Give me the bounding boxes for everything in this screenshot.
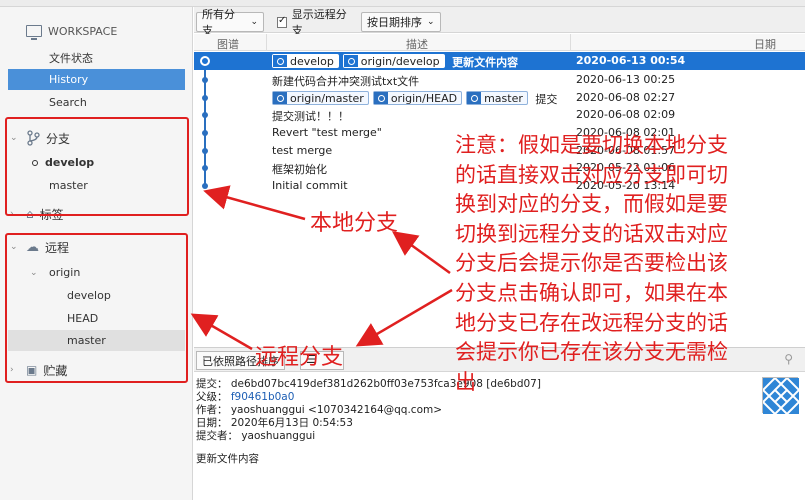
chevron-down-icon: ⌄: [250, 17, 258, 27]
detail-label: 提交者：: [196, 430, 238, 442]
commit-date: 2020-06-08 02:27: [576, 91, 676, 104]
show-remote-branches-toggle[interactable]: 显示远程分支: [272, 8, 354, 37]
commit-message: 新建代码合并冲突测试txt文件: [272, 75, 420, 88]
arrow-from-note-to-remote: [355, 288, 453, 347]
annotation-note: 注意：假如是要切换本地分支的话直接双击对应分支即可切换到对应的分支，而假如是要切…: [455, 133, 728, 394]
sidebar-item-search[interactable]: Search: [8, 92, 185, 113]
branch-tag-icon: [273, 92, 287, 104]
commit-node-icon: [202, 112, 208, 118]
annotation-remote-branch: 远程分支: [255, 345, 344, 370]
checkbox-icon[interactable]: [277, 15, 287, 28]
sidebar-item-history[interactable]: History: [8, 69, 185, 90]
commit-node-icon: [202, 95, 208, 101]
commit-date: 2020-06-13 00:54: [576, 54, 686, 67]
branch-filter-select[interactable]: 所有分支 ⌄: [196, 8, 264, 37]
monitor-icon: [26, 25, 42, 40]
detail-commit-message: 更新文件内容: [196, 453, 259, 465]
sidebar-item-file-status[interactable]: 文件状态: [8, 47, 185, 68]
sidebar-item-label: History: [49, 73, 89, 86]
commit-node-icon: [202, 77, 208, 83]
commit-message: Initial commit: [272, 179, 348, 192]
sort-order-select[interactable]: 按日期排序 ⌄: [361, 12, 441, 32]
commit-message: 提交: [535, 93, 558, 106]
tag-label: master: [484, 91, 523, 105]
column-graph[interactable]: 图谱: [217, 36, 239, 52]
arrow-from-note-to-local: [391, 231, 451, 275]
commit-message: test merge: [272, 144, 333, 157]
column-divider[interactable]: [570, 34, 571, 51]
branch-tag[interactable]: origin/develop: [342, 54, 445, 68]
column-divider[interactable]: [266, 34, 267, 51]
column-description[interactable]: 描述: [406, 36, 428, 52]
branch-tag-icon: [467, 92, 482, 104]
sourcetree-window: WORKSPACE 文件状态 History Search ⌄ 分支 devel…: [0, 0, 805, 500]
commit-row[interactable]: develop origin/develop 更新文件内容 2020-06-13 …: [194, 52, 805, 70]
commit-message: 更新文件内容: [452, 56, 519, 69]
history-toolbar: 所有分支 ⌄ 显示远程分支 按日期排序 ⌄: [194, 7, 805, 37]
commit-node-icon: [202, 183, 208, 189]
tag-label: origin/master: [290, 91, 364, 105]
sidebar-item-label: Search: [49, 96, 87, 109]
commit-column-header: 图谱 描述 日期: [194, 34, 805, 51]
commit-message: Revert "test merge": [272, 126, 382, 139]
tag-label: origin/HEAD: [390, 91, 458, 105]
branch-tag-icon: [273, 55, 287, 67]
commit-row[interactable]: 提交测试！！！ 2020-06-08 02:09: [194, 106, 805, 124]
arrow-to-local-branches: [203, 185, 306, 221]
sort-order-value: 按日期排序: [367, 16, 422, 29]
tag-label: develop: [290, 54, 334, 68]
branch-tag[interactable]: origin/HEAD: [372, 91, 463, 105]
branch-tag[interactable]: develop: [272, 54, 339, 68]
sidebar-item-label: 文件状态: [49, 51, 93, 65]
tag-label: origin/develop: [360, 54, 440, 68]
committer-value: yaoshuanggui: [241, 430, 316, 442]
workspace-header: WORKSPACE: [26, 22, 117, 40]
commit-message: 框架初始化: [272, 163, 327, 176]
column-date[interactable]: 日期: [754, 36, 776, 52]
chevron-down-icon: ⌄: [427, 17, 435, 27]
branch-tag-icon: [373, 92, 388, 104]
commit-node-icon: [202, 165, 208, 171]
commit-node-icon: [202, 130, 208, 136]
commit-message: 提交测试！！！: [272, 110, 349, 123]
branch-tag[interactable]: origin/master: [272, 91, 369, 105]
workspace-label: WORKSPACE: [48, 24, 118, 38]
annotation-local-branch: 本地分支: [310, 211, 399, 236]
search-icon[interactable]: ⚲: [784, 352, 793, 366]
commit-node-icon: [202, 148, 208, 154]
commit-date: 2020-06-08 02:09: [576, 108, 676, 121]
highlight-local-branches: [5, 117, 189, 216]
arrow-to-remote-branches: [190, 313, 253, 351]
branch-tag-icon: [343, 55, 358, 67]
commit-date: 2020-06-13 00:25: [576, 73, 676, 86]
commit-node-icon: [200, 56, 210, 66]
detail-committer-line: 提交者： yaoshuanggui: [196, 428, 315, 443]
avatar: [761, 376, 801, 416]
top-menu-strip: [0, 0, 805, 7]
commit-row[interactable]: 新建代码合并冲突测试txt文件 2020-06-13 00:25: [194, 71, 805, 89]
commit-row[interactable]: origin/master origin/HEAD master 提交 2020-0…: [194, 89, 805, 107]
branch-tag[interactable]: master: [466, 91, 528, 105]
highlight-remote-branches: [5, 233, 188, 383]
